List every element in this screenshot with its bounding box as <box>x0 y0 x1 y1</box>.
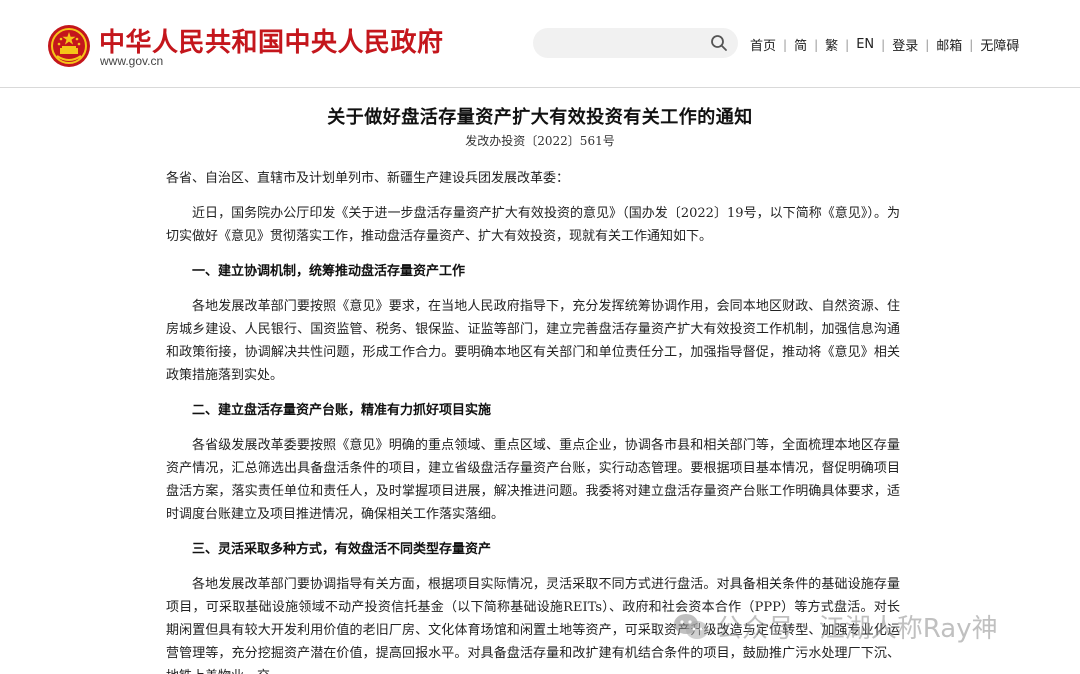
nav-accessibility[interactable]: 无障碍 <box>980 35 1019 54</box>
document-content: 关于做好盘活存量资产扩大有效投资有关工作的通知 发改办投资〔2022〕561号 … <box>0 89 1080 674</box>
nav-home[interactable]: 首页 <box>750 35 776 54</box>
nav-traditional[interactable]: 繁 <box>825 35 838 54</box>
national-emblem-icon[interactable] <box>47 24 91 68</box>
salutation: 各省、自治区、直辖市及计划单列市、新疆生产建设兵团发展改革委： <box>166 171 570 186</box>
section-paragraph-1: 各地发展改革部门要按照《意见》要求，在当地人民政府指导下，充分发挥统筹协调作用，… <box>166 299 900 383</box>
nav-divider: | <box>783 37 788 52</box>
nav-simplified[interactable]: 简 <box>794 35 807 54</box>
section-heading-1: 一、建立协调机制，统筹推动盘活存量资产工作 <box>192 264 466 279</box>
document-number: 发改办投资〔2022〕561号 <box>465 134 615 148</box>
site-url[interactable]: www.gov.cn <box>100 54 163 68</box>
watermark: 公众号 · 江湖人称Ray神 <box>672 608 998 645</box>
section-paragraph-2: 各省级发展改革委要按照《意见》明确的重点领域、重点区域、重点企业，协调各市县和相… <box>166 438 900 522</box>
document-body: 各省、自治区、直辖市及计划单列市、新疆生产建设兵团发展改革委： 近日，国务院办公… <box>166 167 900 674</box>
nav-english[interactable]: EN <box>856 37 874 52</box>
intro-paragraph: 近日，国务院办公厅印发《关于进一步盘活存量资产扩大有效投资的意见》（国办发〔20… <box>166 206 900 244</box>
wechat-icon <box>674 613 708 639</box>
site-header: 中华人民共和国中央人民政府 www.gov.cn 首页 | 简 | 繁 | EN… <box>0 0 1080 88</box>
search-icon[interactable] <box>710 34 728 52</box>
section-heading-3: 三、灵活采取多种方式，有效盘活不同类型存量资产 <box>192 542 492 557</box>
nav-divider: | <box>925 37 930 52</box>
nav-divider: | <box>881 37 886 52</box>
top-nav: 首页 | 简 | 繁 | EN | 登录 | 邮箱 | 无障碍 <box>750 35 1019 54</box>
nav-login[interactable]: 登录 <box>892 35 918 54</box>
watermark-text: 公众号 · 江湖人称Ray神 <box>716 614 998 644</box>
nav-divider: | <box>969 37 974 52</box>
nav-divider: | <box>845 37 850 52</box>
search-input[interactable] <box>533 28 738 58</box>
nav-mailbox[interactable]: 邮箱 <box>936 35 962 54</box>
document-title: 关于做好盘活存量资产扩大有效投资有关工作的通知 <box>327 107 753 128</box>
nav-divider: | <box>814 37 819 52</box>
section-heading-2: 二、建立盘活存量资产台账，精准有力抓好项目实施 <box>192 403 492 418</box>
